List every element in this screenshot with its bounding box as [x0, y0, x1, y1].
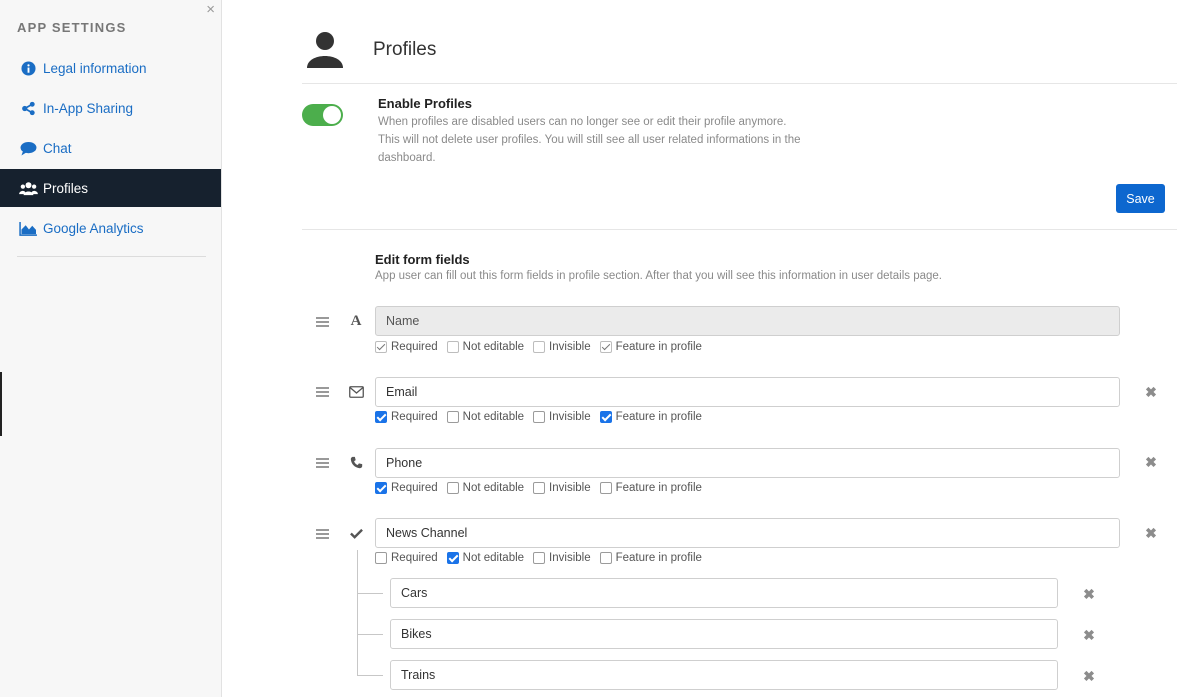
- envelope-icon: [347, 384, 365, 400]
- field-name-input: [375, 306, 1120, 336]
- required-checkbox[interactable]: Required: [375, 482, 438, 494]
- invisible-checkbox[interactable]: Invisible: [533, 411, 591, 423]
- sidebar-item-label: In-App Sharing: [43, 100, 134, 116]
- area-chart-icon: [18, 220, 38, 236]
- feature-in-profile-checkbox[interactable]: Feature in profile: [599, 482, 702, 494]
- divider: [302, 229, 1177, 230]
- tree-connector: [357, 593, 383, 594]
- feature-in-profile-checkbox[interactable]: Feature in profile: [599, 341, 702, 353]
- tree-connector: [357, 550, 358, 676]
- sidebar-item-chat[interactable]: Chat: [0, 129, 221, 167]
- feature-in-profile-checkbox[interactable]: Feature in profile: [599, 552, 702, 564]
- invisible-checkbox[interactable]: Invisible: [533, 341, 591, 353]
- sidebar-item-legal-information[interactable]: Legal information: [0, 49, 221, 87]
- sidebar-item-in-app-sharing[interactable]: In-App Sharing: [0, 89, 221, 127]
- field-email-input[interactable]: [375, 377, 1120, 407]
- save-button[interactable]: Save: [1116, 184, 1165, 213]
- toggle-knob: [323, 106, 341, 124]
- users-icon: [18, 180, 38, 196]
- info-icon: [18, 60, 38, 76]
- drag-handle-icon[interactable]: [316, 387, 329, 399]
- option-trains-input[interactable]: [390, 660, 1058, 690]
- not-editable-checkbox[interactable]: Not editable: [446, 411, 524, 423]
- text-type-icon: A: [350, 312, 362, 329]
- drag-handle-icon[interactable]: [316, 529, 329, 541]
- remove-option-icon[interactable]: ✖: [1083, 628, 1095, 642]
- invisible-checkbox[interactable]: Invisible: [533, 552, 591, 564]
- field-email-options: Required Not editable Invisible Feature …: [375, 410, 711, 424]
- window-edge: [0, 372, 2, 436]
- sidebar-heading: APP SETTINGS: [17, 20, 127, 35]
- required-checkbox[interactable]: Required: [375, 552, 438, 564]
- not-editable-checkbox[interactable]: Not editable: [446, 341, 524, 353]
- share-icon: [18, 100, 38, 116]
- field-phone-input[interactable]: [375, 448, 1120, 478]
- option-bikes-input[interactable]: [390, 619, 1058, 649]
- user-icon: [306, 31, 344, 74]
- remove-field-icon[interactable]: ✖: [1145, 455, 1157, 469]
- remove-option-icon[interactable]: ✖: [1083, 587, 1095, 601]
- form-fields-description: App user can fill out this form fields i…: [375, 270, 942, 282]
- drag-handle-icon[interactable]: [316, 458, 329, 470]
- invisible-checkbox[interactable]: Invisible: [533, 482, 591, 494]
- sidebar-item-profiles[interactable]: Profiles: [0, 169, 221, 207]
- divider: [302, 83, 1177, 84]
- page-title: Profiles: [373, 39, 437, 60]
- checkmark-icon: [347, 525, 365, 541]
- tree-connector: [357, 675, 383, 676]
- sidebar-item-label: Chat: [43, 140, 72, 156]
- drag-handle-icon[interactable]: [316, 317, 329, 329]
- field-news-channel-options: Required Not editable Invisible Feature …: [375, 551, 711, 565]
- remove-field-icon[interactable]: ✖: [1145, 526, 1157, 540]
- field-news-channel-input[interactable]: [375, 518, 1120, 548]
- sidebar-divider: [17, 256, 206, 257]
- remove-field-icon[interactable]: ✖: [1145, 385, 1157, 399]
- tree-connector: [357, 634, 383, 635]
- sidebar-item-label: Google Analytics: [43, 220, 144, 236]
- required-checkbox[interactable]: Required: [375, 411, 438, 423]
- sidebar-item-label: Profiles: [43, 180, 89, 196]
- not-editable-checkbox[interactable]: Not editable: [446, 482, 524, 494]
- close-icon[interactable]: ×: [206, 2, 215, 17]
- sidebar: × APP SETTINGS Legal information In-App …: [0, 0, 222, 697]
- feature-in-profile-checkbox[interactable]: Feature in profile: [599, 411, 702, 423]
- field-name-options: Required Not editable Invisible Feature …: [375, 340, 711, 354]
- form-fields-title: Edit form fields: [375, 252, 470, 267]
- required-checkbox[interactable]: Required: [375, 341, 438, 353]
- enable-profiles-title: Enable Profiles: [378, 96, 472, 111]
- enable-profiles-description: When profiles are disabled users can no …: [378, 116, 801, 164]
- remove-option-icon[interactable]: ✖: [1083, 669, 1095, 683]
- not-editable-checkbox[interactable]: Not editable: [446, 552, 524, 564]
- field-phone-options: Required Not editable Invisible Feature …: [375, 481, 711, 495]
- chat-bubble-icon: [18, 140, 38, 156]
- phone-icon: [347, 454, 365, 470]
- sidebar-item-google-analytics[interactable]: Google Analytics: [0, 209, 221, 247]
- enable-profiles-toggle[interactable]: [302, 104, 343, 126]
- option-cars-input[interactable]: [390, 578, 1058, 608]
- sidebar-item-label: Legal information: [43, 60, 147, 76]
